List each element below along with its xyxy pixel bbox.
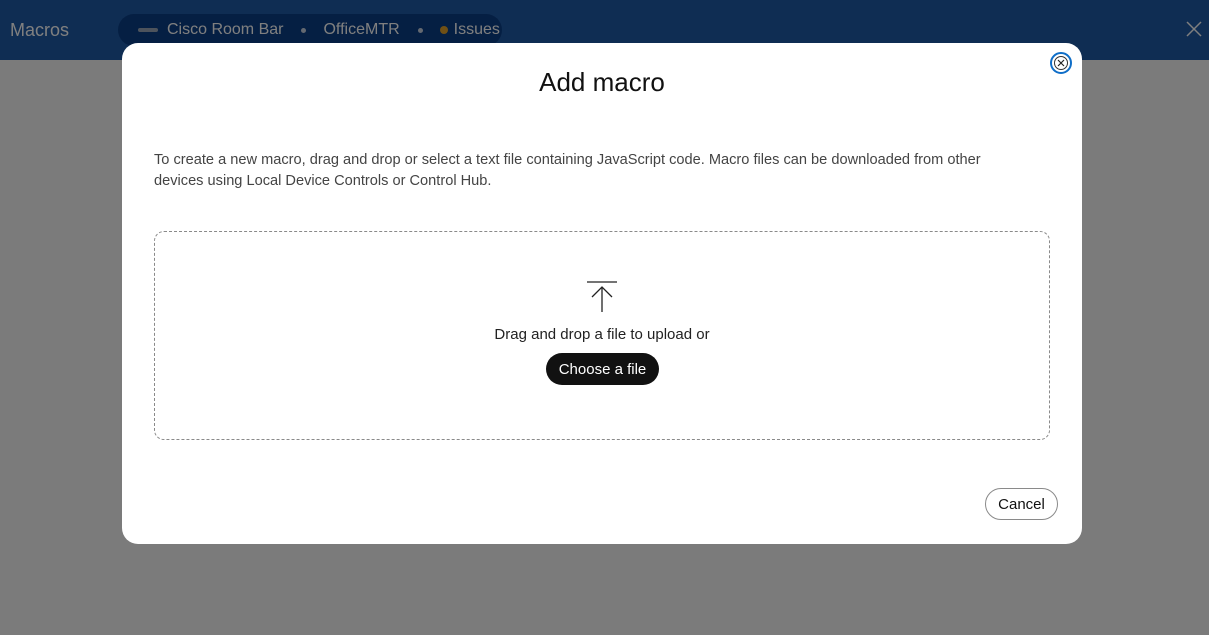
dialog-title: Add macro: [539, 67, 665, 97]
add-macro-dialog: Add macro To create a new macro, drag an…: [122, 43, 1082, 544]
dropzone-text: Drag and drop a file to upload or: [494, 326, 710, 343]
upload-arrow-icon: [587, 281, 617, 312]
cancel-button[interactable]: Cancel: [985, 488, 1058, 520]
file-dropzone[interactable]: Drag and drop a file to upload or Choose…: [154, 231, 1050, 440]
dialog-description: To create a new macro, drag and drop or …: [154, 152, 981, 189]
choose-file-button[interactable]: Choose a file: [546, 353, 659, 385]
